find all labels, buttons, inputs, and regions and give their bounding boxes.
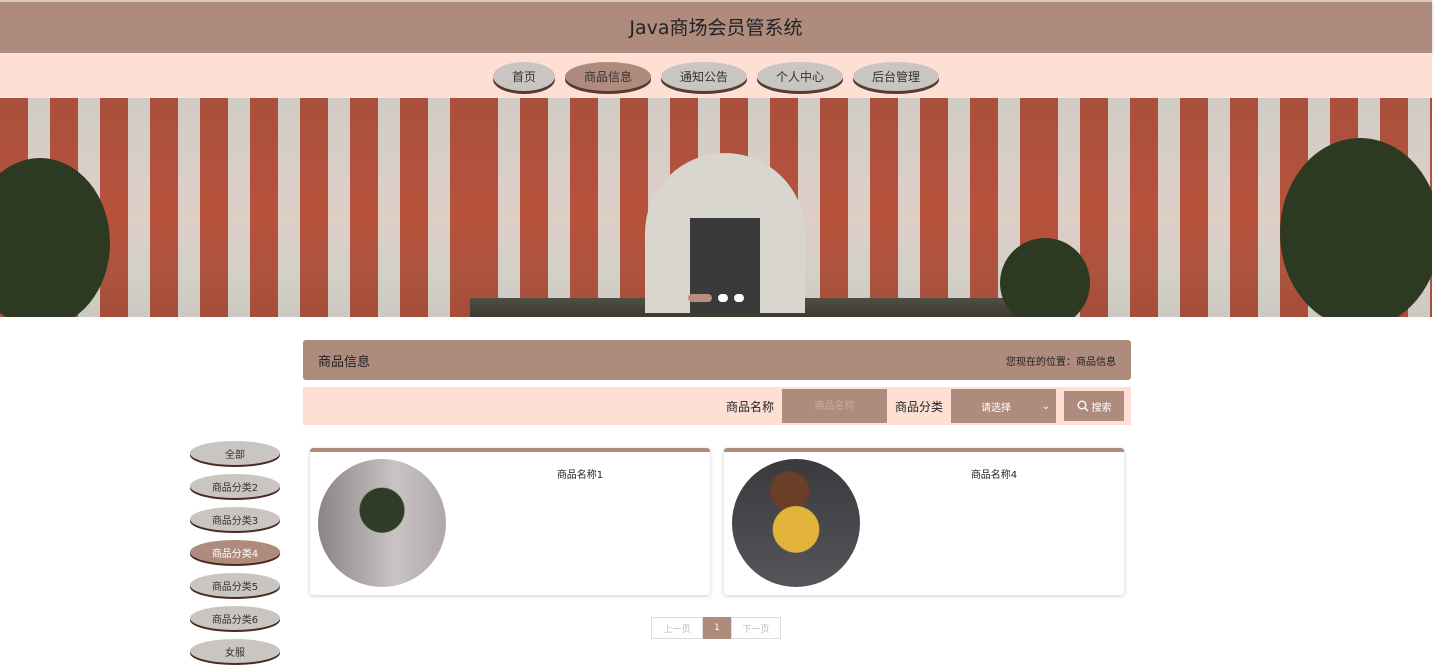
prev-page-button[interactable]: 上一页 (651, 617, 703, 639)
category-item[interactable]: 女服 (190, 639, 280, 663)
search-bar: 商品名称 商品分类 请选择 ⌄ 搜索 (303, 387, 1131, 425)
category-sidebar: 全部 商品分类2 商品分类3 商品分类4 商品分类5 商品分类6 女服 (190, 441, 280, 672)
nav-products[interactable]: 商品信息 (565, 62, 651, 91)
nav-admin[interactable]: 后台管理 (853, 62, 939, 91)
product-name[interactable]: 商品名称4 (864, 466, 1124, 481)
category-label: 商品分类 (894, 399, 943, 414)
category-value: 请选择 (981, 402, 1011, 414)
product-card[interactable]: 商品名称4 (724, 448, 1124, 595)
banner-tree (1280, 138, 1432, 317)
nav-home[interactable]: 首页 (493, 62, 555, 91)
search-icon (1077, 400, 1088, 412)
main-nav: 首页 商品信息 通知公告 个人中心 后台管理 (0, 53, 1432, 98)
site-title: Java商场会员管系统 (629, 17, 803, 39)
category-all[interactable]: 全部 (190, 441, 280, 465)
category-item[interactable]: 商品分类6 (190, 606, 280, 630)
section-header: 商品信息 您现在的位置：商品信息 (303, 340, 1131, 380)
product-name[interactable]: 商品名称1 (450, 466, 710, 481)
carousel-dot[interactable] (718, 294, 728, 302)
page-1-button[interactable]: 1 (703, 617, 731, 639)
search-button[interactable]: 搜索 (1064, 391, 1124, 421)
nav-notices[interactable]: 通知公告 (661, 62, 747, 91)
name-input[interactable] (781, 389, 887, 423)
next-page-button[interactable]: 下一页 (731, 617, 781, 639)
category-item[interactable]: 商品分类5 (190, 573, 280, 597)
breadcrumb: 您现在的位置：商品信息 (1006, 356, 1116, 368)
pagination: 上一页 1 下一页 (651, 617, 781, 639)
category-item[interactable]: 商品分类3 (190, 507, 280, 531)
category-item[interactable]: 商品分类4 (190, 540, 280, 564)
carousel-dot[interactable] (734, 294, 744, 302)
search-button-label: 搜索 (1091, 402, 1112, 414)
site-header: Java商场会员管系统 (0, 0, 1432, 53)
carousel-dot[interactable] (688, 294, 712, 302)
nav-profile[interactable]: 个人中心 (757, 62, 843, 91)
category-select[interactable]: 请选择 ⌄ (951, 389, 1056, 423)
chevron-down-icon: ⌄ (1041, 400, 1050, 412)
product-image[interactable] (732, 459, 860, 587)
banner-carousel[interactable] (0, 98, 1432, 317)
product-card[interactable]: 商品名称1 (310, 448, 710, 595)
section-title: 商品信息 (318, 354, 371, 370)
category-item[interactable]: 商品分类2 (190, 474, 280, 498)
product-image[interactable] (318, 459, 446, 587)
carousel-indicators (688, 294, 744, 302)
name-label: 商品名称 (725, 399, 774, 414)
